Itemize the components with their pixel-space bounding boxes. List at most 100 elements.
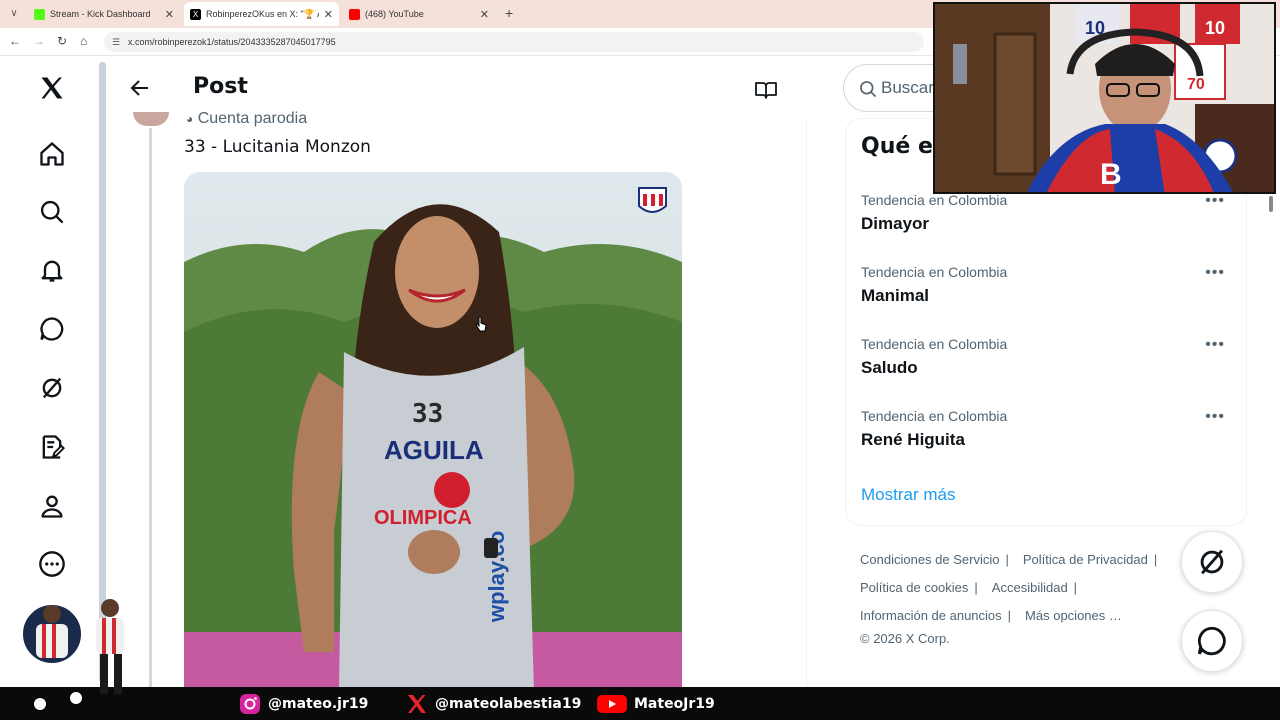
trend-name: Dimayor — [861, 214, 930, 233]
trend-context: Tendencia en Colombia — [861, 264, 1008, 280]
grok-icon — [1200, 549, 1224, 575]
youtube-icon — [597, 695, 627, 713]
parody-label: ◕ Cuenta parodia — [186, 110, 308, 127]
back-arrow-icon[interactable] — [128, 76, 152, 100]
footer-links-row-1: Condiciones de Servicio | Política de Priv… — [860, 552, 1180, 567]
x-handle: @mateolabestia19 — [405, 692, 581, 716]
trend-more-icon[interactable]: ••• — [1205, 192, 1225, 210]
terms-link[interactable]: Condiciones de Servicio — [860, 552, 999, 567]
tab-close-icon[interactable]: ✕ — [324, 8, 333, 21]
tab-title: RobinperezOKus en X: "🏆 Abrazo — [206, 8, 319, 19]
instagram-handle: @mateo.jr19 — [238, 692, 368, 716]
back-nav-icon[interactable]: ← — [9, 34, 21, 48]
trend-more-icon[interactable]: ••• — [1205, 264, 1225, 282]
svg-text:70: 70 — [1187, 76, 1205, 93]
tab-close-icon[interactable]: ✕ — [165, 8, 174, 21]
home-icon[interactable] — [36, 138, 68, 170]
reader-mode-icon[interactable] — [754, 78, 778, 102]
tab-title: (468) YouTube — [365, 9, 424, 19]
footer-separator: | — [1073, 580, 1078, 595]
right-scrollbar[interactable] — [1268, 190, 1275, 690]
youtube-handle-text: MateoJr19 — [634, 696, 715, 712]
drafts-icon[interactable] — [36, 431, 68, 463]
post-image[interactable]: 33 AGUILA OLIMPICA wplay.co — [184, 172, 682, 692]
scrollbar-thumb[interactable] — [1269, 196, 1273, 212]
notifications-bell-icon[interactable] — [36, 254, 68, 286]
search-icon — [860, 81, 877, 98]
instagram-icon — [240, 694, 260, 714]
trend-item[interactable]: Tendencia en Colombia Dimayor ••• — [861, 192, 1231, 252]
trend-name: Saludo — [861, 358, 918, 377]
url-field[interactable]: ☰ x.com/robinperezok1/status/20433352870… — [104, 32, 924, 52]
ads-info-link[interactable]: Información de anuncios — [860, 608, 1002, 623]
grok-icon[interactable] — [36, 372, 68, 404]
grok-floating-button[interactable] — [1181, 531, 1243, 593]
tab-search-chevron-icon[interactable]: ∨ — [6, 6, 22, 22]
trend-item[interactable]: Tendencia en Colombia Saludo ••• — [861, 336, 1231, 396]
x-handle-text: @mateolabestia19 — [435, 696, 582, 712]
streamer-webcam: 10 10 70 B — [933, 2, 1276, 194]
svg-text:10: 10 — [1205, 18, 1225, 38]
messages-floating-button[interactable] — [1181, 610, 1243, 672]
show-more-link[interactable]: Mostrar más — [861, 485, 955, 505]
search-placeholder: Buscar — [881, 78, 934, 97]
tab-x-post[interactable]: X RobinperezOKus en X: "🏆 Abrazo ✕ — [184, 2, 339, 26]
search-icon[interactable] — [36, 196, 68, 228]
more-options-link[interactable]: Más opciones … — [1025, 608, 1122, 623]
stream-mascot-graphic — [0, 596, 150, 720]
home-browser-icon[interactable]: ⌂ — [80, 34, 87, 48]
footer-separator: | — [974, 580, 978, 595]
trend-item[interactable]: Tendencia en Colombia René Higuita ••• — [861, 408, 1231, 468]
kick-favicon-icon — [34, 8, 45, 20]
footer-links-row-3: Información de anuncios | Más opciones … — [860, 608, 1180, 623]
footer-separator: | — [1153, 552, 1158, 567]
left-navigation — [0, 56, 104, 686]
search-box[interactable]: Buscar — [843, 64, 943, 112]
youtube-favicon-icon — [349, 8, 360, 20]
trend-more-icon[interactable]: ••• — [1205, 336, 1225, 354]
parody-mask-icon: ◕ — [186, 112, 194, 126]
profile-icon[interactable] — [36, 490, 68, 522]
x-brand-icon — [408, 695, 426, 713]
trend-item[interactable]: Tendencia en Colombia Manimal ••• — [861, 264, 1231, 324]
tab-close-icon[interactable]: ✕ — [480, 8, 489, 21]
page-title: Post — [193, 74, 248, 99]
trend-context: Tendencia en Colombia — [861, 192, 1008, 208]
youtube-handle: MateoJr19 — [596, 692, 715, 716]
x-favicon-icon: X — [190, 8, 201, 20]
trend-name: René Higuita — [861, 430, 965, 449]
svg-text:B: B — [1100, 158, 1122, 191]
author-avatar[interactable] — [133, 112, 169, 126]
cookies-link[interactable]: Política de cookies — [860, 580, 968, 595]
reload-icon[interactable]: ↻ — [57, 34, 67, 48]
player-photo: 33 AGUILA OLIMPICA wplay.co — [184, 172, 682, 692]
tab-title: Stream - Kick Dashboard — [50, 9, 151, 19]
trend-name: Manimal — [861, 286, 930, 305]
footer-separator: | — [1007, 608, 1012, 623]
forward-nav-icon[interactable]: → — [33, 34, 45, 48]
tab-kick-dashboard[interactable]: Stream - Kick Dashboard ✕ — [28, 2, 180, 26]
webcam-feed: 10 10 70 B — [935, 4, 1274, 192]
players-graphic — [21, 599, 124, 710]
column-divider — [806, 118, 807, 688]
new-tab-button[interactable]: + — [505, 5, 513, 21]
more-options-icon[interactable] — [36, 548, 68, 580]
jersey-sponsor-aguila: AGUILA — [384, 435, 484, 465]
left-scrollbar[interactable] — [99, 62, 106, 682]
instagram-handle-text: @mateo.jr19 — [268, 696, 369, 712]
tab-youtube[interactable]: (468) YouTube ✕ — [343, 2, 495, 26]
footer-separator: | — [1005, 552, 1009, 567]
x-logo-icon[interactable] — [36, 72, 68, 104]
footer-links-row-2: Política de cookies | Accesibilidad | — [860, 580, 1180, 595]
trend-context: Tendencia en Colombia — [861, 336, 1008, 352]
accessibility-link[interactable]: Accesibilidad — [992, 580, 1068, 595]
post-text: 33 - Lucitania Monzon — [184, 137, 371, 157]
jersey-number: 33 — [412, 399, 443, 429]
jersey-sponsor-olimpica: OLIMPICA — [374, 507, 472, 529]
privacy-link[interactable]: Política de Privacidad — [1023, 552, 1148, 567]
mouse-cursor-icon — [475, 316, 487, 332]
site-info-icon[interactable]: ☰ — [112, 32, 120, 52]
trend-more-icon[interactable]: ••• — [1205, 408, 1225, 426]
trend-context: Tendencia en Colombia — [861, 408, 1008, 424]
messages-icon[interactable] — [36, 313, 68, 345]
